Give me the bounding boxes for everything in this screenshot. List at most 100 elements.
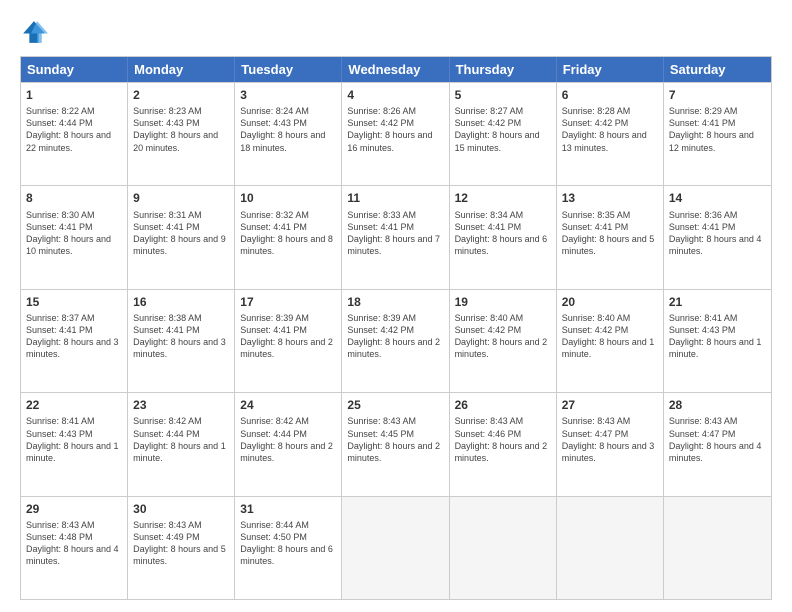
cal-cell: 14 Sunrise: 8:36 AM Sunset: 4:41 PM Dayli… xyxy=(664,186,771,288)
day-number: 15 xyxy=(26,294,122,310)
day-number: 28 xyxy=(669,397,766,413)
cell-text: Sunrise: 8:43 AM Sunset: 4:46 PM Dayligh… xyxy=(455,415,551,464)
day-number: 13 xyxy=(562,190,658,206)
cell-text: Sunrise: 8:30 AM Sunset: 4:41 PM Dayligh… xyxy=(26,209,122,258)
cal-cell: 17 Sunrise: 8:39 AM Sunset: 4:41 PM Dayli… xyxy=(235,290,342,392)
cal-cell xyxy=(342,497,449,599)
day-number: 7 xyxy=(669,87,766,103)
day-number: 16 xyxy=(133,294,229,310)
cal-cell: 12 Sunrise: 8:34 AM Sunset: 4:41 PM Dayli… xyxy=(450,186,557,288)
logo xyxy=(20,18,52,46)
page: SundayMondayTuesdayWednesdayThursdayFrid… xyxy=(0,0,792,612)
day-number: 27 xyxy=(562,397,658,413)
cell-text: Sunrise: 8:31 AM Sunset: 4:41 PM Dayligh… xyxy=(133,209,229,258)
cell-text: Sunrise: 8:43 AM Sunset: 4:47 PM Dayligh… xyxy=(562,415,658,464)
calendar: SundayMondayTuesdayWednesdayThursdayFrid… xyxy=(20,56,772,600)
cell-text: Sunrise: 8:41 AM Sunset: 4:43 PM Dayligh… xyxy=(26,415,122,464)
day-number: 23 xyxy=(133,397,229,413)
cell-text: Sunrise: 8:42 AM Sunset: 4:44 PM Dayligh… xyxy=(240,415,336,464)
day-number: 31 xyxy=(240,501,336,517)
cal-cell xyxy=(664,497,771,599)
day-number: 26 xyxy=(455,397,551,413)
cal-row: 8Sunrise: 8:30 AM Sunset: 4:41 PM Daylig… xyxy=(21,185,771,288)
cal-header-day: Sunday xyxy=(21,57,128,82)
cell-text: Sunrise: 8:34 AM Sunset: 4:41 PM Dayligh… xyxy=(455,209,551,258)
cal-cell: 21Sunrise: 8:41 AM Sunset: 4:43 PM Dayli… xyxy=(664,290,771,392)
cal-cell: 15 Sunrise: 8:37 AM Sunset: 4:41 PM Dayli… xyxy=(21,290,128,392)
cell-text: Sunrise: 8:35 AM Sunset: 4:41 PM Dayligh… xyxy=(562,209,658,258)
cal-cell: 31Sunrise: 8:44 AM Sunset: 4:50 PM Dayli… xyxy=(235,497,342,599)
cal-cell: 22 Sunrise: 8:41 AM Sunset: 4:43 PM Dayli… xyxy=(21,393,128,495)
day-number: 3 xyxy=(240,87,336,103)
cal-header-day: Friday xyxy=(557,57,664,82)
cal-header-day: Tuesday xyxy=(235,57,342,82)
cal-cell: 30 Sunrise: 8:43 AM Sunset: 4:49 PM Dayli… xyxy=(128,497,235,599)
cell-text: Sunrise: 8:24 AM Sunset: 4:43 PM Dayligh… xyxy=(240,105,336,154)
cal-cell: 5Sunrise: 8:27 AM Sunset: 4:42 PM Daylig… xyxy=(450,83,557,185)
day-number: 25 xyxy=(347,397,443,413)
cal-cell: 4 Sunrise: 8:26 AM Sunset: 4:42 PM Daylig… xyxy=(342,83,449,185)
cal-cell xyxy=(450,497,557,599)
cal-row: 29 Sunrise: 8:43 AM Sunset: 4:48 PM Dayli… xyxy=(21,496,771,599)
cal-cell xyxy=(557,497,664,599)
logo-icon xyxy=(20,18,48,46)
cell-text: Sunrise: 8:43 AM Sunset: 4:49 PM Dayligh… xyxy=(133,519,229,568)
day-number: 14 xyxy=(669,190,766,206)
cal-cell: 20Sunrise: 8:40 AM Sunset: 4:42 PM Dayli… xyxy=(557,290,664,392)
day-number: 12 xyxy=(455,190,551,206)
cal-cell: 1Sunrise: 8:22 AM Sunset: 4:44 PM Daylig… xyxy=(21,83,128,185)
day-number: 10 xyxy=(240,190,336,206)
cell-text: Sunrise: 8:29 AM Sunset: 4:41 PM Dayligh… xyxy=(669,105,766,154)
cal-cell: 23 Sunrise: 8:42 AM Sunset: 4:44 PM Dayli… xyxy=(128,393,235,495)
cal-cell: 9 Sunrise: 8:31 AM Sunset: 4:41 PM Daylig… xyxy=(128,186,235,288)
day-number: 30 xyxy=(133,501,229,517)
cell-text: Sunrise: 8:27 AM Sunset: 4:42 PM Dayligh… xyxy=(455,105,551,154)
day-number: 24 xyxy=(240,397,336,413)
day-number: 1 xyxy=(26,87,122,103)
day-number: 2 xyxy=(133,87,229,103)
cal-cell: 29 Sunrise: 8:43 AM Sunset: 4:48 PM Dayli… xyxy=(21,497,128,599)
cell-text: Sunrise: 8:42 AM Sunset: 4:44 PM Dayligh… xyxy=(133,415,229,464)
calendar-body: 1Sunrise: 8:22 AM Sunset: 4:44 PM Daylig… xyxy=(21,82,771,599)
cal-cell: 3 Sunrise: 8:24 AM Sunset: 4:43 PM Daylig… xyxy=(235,83,342,185)
cal-cell: 8Sunrise: 8:30 AM Sunset: 4:41 PM Daylig… xyxy=(21,186,128,288)
cell-text: Sunrise: 8:37 AM Sunset: 4:41 PM Dayligh… xyxy=(26,312,122,361)
day-number: 18 xyxy=(347,294,443,310)
cal-cell: 19 Sunrise: 8:40 AM Sunset: 4:42 PM Dayli… xyxy=(450,290,557,392)
cal-header-day: Monday xyxy=(128,57,235,82)
cal-header-day: Thursday xyxy=(450,57,557,82)
day-number: 22 xyxy=(26,397,122,413)
cal-cell: 26 Sunrise: 8:43 AM Sunset: 4:46 PM Dayli… xyxy=(450,393,557,495)
cell-text: Sunrise: 8:39 AM Sunset: 4:41 PM Dayligh… xyxy=(240,312,336,361)
cell-text: Sunrise: 8:41 AM Sunset: 4:43 PM Dayligh… xyxy=(669,312,766,361)
cell-text: Sunrise: 8:33 AM Sunset: 4:41 PM Dayligh… xyxy=(347,209,443,258)
day-number: 9 xyxy=(133,190,229,206)
cal-cell: 11 Sunrise: 8:33 AM Sunset: 4:41 PM Dayli… xyxy=(342,186,449,288)
cal-row: 15 Sunrise: 8:37 AM Sunset: 4:41 PM Dayli… xyxy=(21,289,771,392)
cell-text: Sunrise: 8:38 AM Sunset: 4:41 PM Dayligh… xyxy=(133,312,229,361)
cal-cell: 6 Sunrise: 8:28 AM Sunset: 4:42 PM Daylig… xyxy=(557,83,664,185)
cell-text: Sunrise: 8:43 AM Sunset: 4:47 PM Dayligh… xyxy=(669,415,766,464)
cal-cell: 24 Sunrise: 8:42 AM Sunset: 4:44 PM Dayli… xyxy=(235,393,342,495)
cell-text: Sunrise: 8:36 AM Sunset: 4:41 PM Dayligh… xyxy=(669,209,766,258)
cell-text: Sunrise: 8:26 AM Sunset: 4:42 PM Dayligh… xyxy=(347,105,443,154)
day-number: 19 xyxy=(455,294,551,310)
cal-cell: 2Sunrise: 8:23 AM Sunset: 4:43 PM Daylig… xyxy=(128,83,235,185)
cal-cell: 28 Sunrise: 8:43 AM Sunset: 4:47 PM Dayli… xyxy=(664,393,771,495)
day-number: 4 xyxy=(347,87,443,103)
day-number: 11 xyxy=(347,190,443,206)
cal-cell: 18Sunrise: 8:39 AM Sunset: 4:42 PM Dayli… xyxy=(342,290,449,392)
cal-header-day: Saturday xyxy=(664,57,771,82)
cell-text: Sunrise: 8:43 AM Sunset: 4:48 PM Dayligh… xyxy=(26,519,122,568)
cell-text: Sunrise: 8:40 AM Sunset: 4:42 PM Dayligh… xyxy=(455,312,551,361)
cell-text: Sunrise: 8:43 AM Sunset: 4:45 PM Dayligh… xyxy=(347,415,443,464)
cell-text: Sunrise: 8:32 AM Sunset: 4:41 PM Dayligh… xyxy=(240,209,336,258)
day-number: 6 xyxy=(562,87,658,103)
day-number: 17 xyxy=(240,294,336,310)
cell-text: Sunrise: 8:28 AM Sunset: 4:42 PM Dayligh… xyxy=(562,105,658,154)
cal-cell: 25 Sunrise: 8:43 AM Sunset: 4:45 PM Dayli… xyxy=(342,393,449,495)
cal-cell: 27 Sunrise: 8:43 AM Sunset: 4:47 PM Dayli… xyxy=(557,393,664,495)
day-number: 29 xyxy=(26,501,122,517)
cell-text: Sunrise: 8:40 AM Sunset: 4:42 PM Dayligh… xyxy=(562,312,658,361)
cal-row: 1Sunrise: 8:22 AM Sunset: 4:44 PM Daylig… xyxy=(21,82,771,185)
